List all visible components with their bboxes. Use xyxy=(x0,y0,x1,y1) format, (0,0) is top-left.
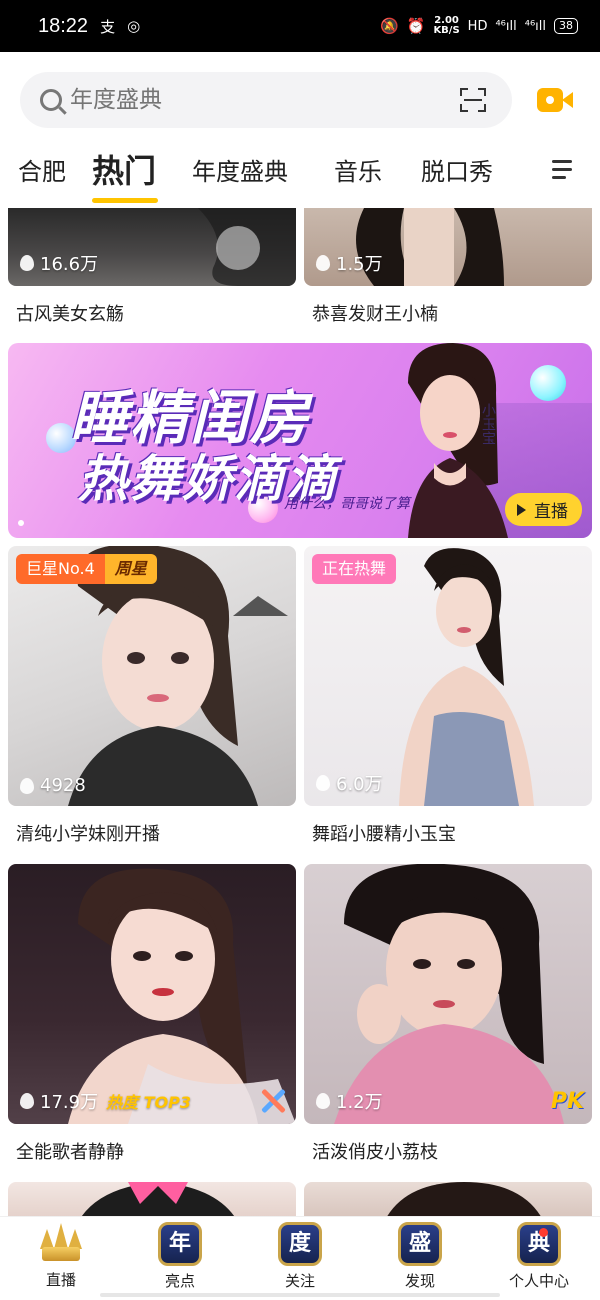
tab-annual-gala[interactable]: 年度盛典 xyxy=(192,152,288,187)
thumbnail-graphic xyxy=(334,864,564,1124)
battery-icon: 38 xyxy=(554,18,578,34)
viewer-count: 17.9万 热度 TOP3 xyxy=(20,1088,191,1114)
flame-icon xyxy=(20,777,34,794)
thumbnail-graphic xyxy=(68,546,288,806)
viewer-count: 1.5万 xyxy=(316,250,383,276)
du-badge-icon: 度 xyxy=(277,1222,323,1268)
flame-icon xyxy=(316,775,330,791)
crown-icon xyxy=(38,1221,84,1267)
live-card[interactable]: 1.5万 恭喜发财王小楠 xyxy=(304,208,592,326)
thumbnail-graphic xyxy=(399,548,534,806)
network-speed: 2.00 KB/S xyxy=(433,15,460,36)
live-card[interactable]: 16.6万 古风美女玄觞 xyxy=(8,208,296,326)
active-tab-indicator xyxy=(92,198,158,203)
viewer-count: 16.6万 xyxy=(20,250,98,276)
carousel-indicator xyxy=(18,520,24,526)
nian-badge-icon: 年 xyxy=(157,1222,203,1268)
live-card[interactable]: 正在热舞 6.0万 舞蹈小腰精小玉宝 xyxy=(304,546,592,846)
search-icon xyxy=(40,89,62,111)
hot-rank-label: 热度 TOP3 xyxy=(106,1093,192,1112)
live-thumbnail: 1.2万 PK xyxy=(304,864,592,1124)
video-camera-icon[interactable] xyxy=(537,86,573,114)
bottom-navigation: 直播 年 亮点 度 关注 盛 发现 典 个人中心 xyxy=(0,1216,600,1300)
promo-banner[interactable]: 睡精闺房 热舞娇滴滴 用什么，哥哥说了算 小玉宝 直播 xyxy=(8,343,592,538)
live-thumbnail xyxy=(304,1182,592,1216)
card-title: 活泼俏皮小荔枝 xyxy=(312,1142,438,1163)
flame-icon xyxy=(20,1093,34,1109)
category-tabs: 合肥 热门 年度盛典 音乐 脱口秀 xyxy=(0,142,600,208)
status-badge: 正在热舞 xyxy=(312,554,397,584)
nav-live[interactable]: 直播 xyxy=(16,1221,106,1290)
thumbnail-graphic xyxy=(68,868,296,1124)
flame-icon xyxy=(20,255,34,271)
live-card[interactable]: 17.9万 热度 TOP3 全能歌者静静 xyxy=(8,864,296,1164)
card-title: 恭喜发财王小楠 xyxy=(312,304,438,325)
thumbnail-graphic xyxy=(81,1182,235,1216)
live-feed: 16.6万 古风美女玄觞 1.5万 恭喜发财王小楠 睡精闺房 热舞娇滴滴 用什么… xyxy=(0,208,600,1216)
live-card[interactable]: 1.2万 PK 活泼俏皮小荔枝 xyxy=(304,864,592,1164)
banner-streamer-name: 小玉宝 xyxy=(480,403,496,445)
viewer-count: 4928 xyxy=(20,775,86,796)
flame-icon xyxy=(316,1093,330,1109)
live-thumbnail: 巨星No.4 周星 4928 xyxy=(8,546,296,806)
alipay-icon: 支 xyxy=(100,17,116,36)
play-icon xyxy=(517,503,526,516)
signal-icon: ⁴⁶ıll xyxy=(495,18,517,34)
rank-badge: 巨星No.4 周星 xyxy=(16,554,157,584)
search-bar[interactable] xyxy=(20,72,512,128)
nav-profile[interactable]: 典 个人中心 xyxy=(494,1221,584,1291)
nav-highlights[interactable]: 年 亮点 xyxy=(135,1221,225,1291)
decor-bubble xyxy=(530,365,566,401)
status-time: 18:22 xyxy=(38,14,89,37)
tab-hot[interactable]: 热门 xyxy=(92,146,156,192)
viewer-count: 6.0万 xyxy=(316,770,383,796)
home-indicator xyxy=(100,1293,500,1297)
app-notification-icon: ◎ xyxy=(127,17,141,35)
nav-following[interactable]: 度 关注 xyxy=(255,1221,345,1291)
card-title: 舞蹈小腰精小玉宝 xyxy=(312,824,456,845)
menu-icon[interactable] xyxy=(552,160,574,180)
card-title: 清纯小学妹刚开播 xyxy=(16,824,160,845)
tab-music[interactable]: 音乐 xyxy=(334,152,382,187)
tab-hefei[interactable]: 合肥 xyxy=(18,152,66,187)
live-thumbnail: 正在热舞 6.0万 xyxy=(304,546,592,806)
status-bar: 18:22 支 ◎ 🔕 ⏰ 2.00 KB/S HD ⁴⁶ıll ⁴⁶ıll 3… xyxy=(0,0,600,52)
signal-icon-2: ⁴⁶ıll xyxy=(524,18,546,34)
scan-icon[interactable] xyxy=(460,88,486,112)
sheng-badge-icon: 盛 xyxy=(397,1222,443,1268)
alarm-icon: ⏰ xyxy=(406,17,426,35)
crossed-swords-icon xyxy=(258,1086,288,1116)
pk-badge: PK xyxy=(550,1089,584,1114)
tab-talk-show[interactable]: 脱口秀 xyxy=(421,152,493,187)
search-row xyxy=(0,52,600,142)
banner-live-button[interactable]: 直播 xyxy=(505,493,582,526)
banner-tagline: 用什么，哥哥说了算 xyxy=(284,496,410,512)
live-card[interactable] xyxy=(8,1182,296,1216)
live-thumbnail: 16.6万 xyxy=(8,208,296,286)
live-thumbnail: 17.9万 热度 TOP3 xyxy=(8,864,296,1124)
card-title: 全能歌者静静 xyxy=(16,1142,124,1163)
live-thumbnail: 1.5万 xyxy=(304,208,592,286)
flame-icon xyxy=(316,255,330,271)
live-card[interactable] xyxy=(304,1182,592,1216)
search-input[interactable] xyxy=(70,87,430,113)
nav-discover[interactable]: 盛 发现 xyxy=(375,1221,465,1291)
hd-indicator: HD xyxy=(467,18,488,34)
thumbnail-graphic xyxy=(387,1182,541,1216)
notification-dot xyxy=(539,1228,548,1237)
live-thumbnail xyxy=(8,1182,296,1216)
live-card[interactable]: 巨星No.4 周星 4928 清纯小学妹刚开播 xyxy=(8,546,296,846)
viewer-count: 1.2万 xyxy=(316,1088,383,1114)
dian-badge-icon: 典 xyxy=(516,1222,562,1268)
mute-icon: 🔕 xyxy=(380,17,399,35)
card-title: 古风美女玄觞 xyxy=(16,304,124,325)
